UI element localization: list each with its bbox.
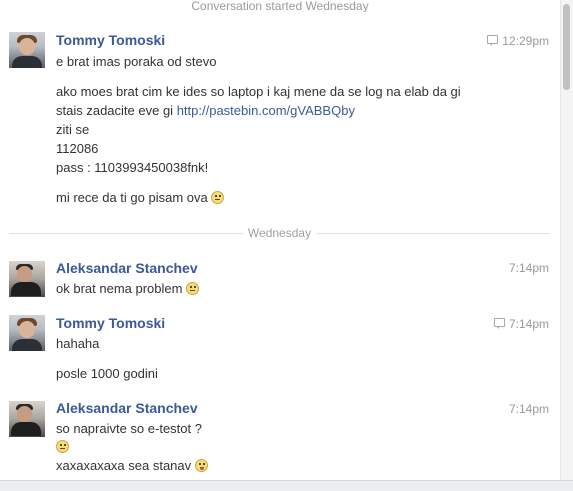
pastebin-link[interactable]: http://pastebin.com/gVABBQby	[177, 103, 355, 118]
message-text: posle 1000 godini	[56, 366, 158, 381]
message-text: stais zadacite eve gi http://pastebin.co…	[56, 103, 355, 118]
avatar[interactable]	[9, 315, 45, 351]
chat-bubble-icon	[493, 318, 505, 329]
chat-bubble-icon	[487, 35, 499, 46]
message-text: so napraivte so e-testot ?	[56, 421, 202, 436]
sender-name[interactable]: Tommy Tomoski	[56, 31, 165, 49]
smiley-emoticon-icon	[211, 191, 225, 204]
message-text: hahaha	[56, 336, 100, 351]
message-text: 112086	[56, 141, 99, 156]
avatar[interactable]	[9, 261, 45, 297]
message-emoticon	[56, 438, 69, 456]
smiley-emoticon-icon	[186, 282, 200, 295]
sender-name[interactable]: Tommy Tomoski	[56, 314, 165, 332]
message-text: xaxaxaxaxa sea stanav	[56, 457, 208, 475]
message-timestamp: 7:14pm	[508, 402, 549, 416]
avatar[interactable]	[9, 401, 45, 437]
message-text: ako moes brat cim ke ides so laptop i ka…	[56, 84, 461, 99]
message-text: mi rece da ti go pisam ova	[56, 189, 225, 207]
scrollbar[interactable]	[560, 0, 573, 490]
avatar[interactable]	[9, 32, 45, 68]
message-timestamp: 12:29pm	[487, 32, 549, 50]
conversation-start-header: Conversation started Wednesday	[191, 0, 369, 12]
sender-name[interactable]: Aleksandar Stanchev	[56, 399, 198, 417]
smiley-emoticon-icon	[56, 440, 69, 453]
message-timestamp: 7:14pm	[508, 261, 549, 275]
composer-edge	[0, 480, 573, 491]
message-text: e brat imas poraka od stevo	[56, 54, 217, 69]
day-divider: Wednesday	[9, 224, 550, 242]
day-divider-label: Wednesday	[242, 225, 317, 241]
message-timestamp: 7:14pm	[493, 315, 549, 333]
message-text: ziti se	[56, 122, 90, 137]
message-text: ok brat nema problem	[56, 280, 200, 298]
tongue-emoticon-icon	[194, 459, 208, 472]
message-text: pass : 1103993450038fnk!	[56, 160, 209, 175]
sender-name[interactable]: Aleksandar Stanchev	[56, 259, 198, 277]
scrollbar-thumb[interactable]	[563, 4, 570, 90]
